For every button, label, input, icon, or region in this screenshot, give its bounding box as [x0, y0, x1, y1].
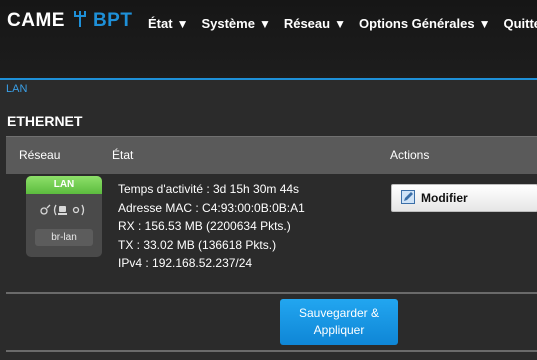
top-bar: CAME BPT État ▼ Système ▼ Réseau ▼ Optio… — [0, 0, 537, 78]
rx-text: RX : 156.53 MB (2200634 Pkts.) — [118, 219, 291, 233]
caret-down-icon: ▼ — [258, 16, 271, 31]
trident-icon — [73, 9, 87, 34]
network-device-icons — [26, 202, 102, 221]
caret-down-icon: ▼ — [176, 16, 189, 31]
save-apply-line2: Appliquer — [313, 323, 365, 337]
interface-status: Temps d'activité : 3d 15h 30m 44s Adress… — [118, 180, 305, 273]
edit-icon — [401, 189, 415, 207]
col-header-etat: État — [112, 148, 134, 162]
nav-systeme[interactable]: Système ▼ — [201, 16, 270, 31]
edit-button-label: Modifier — [421, 191, 468, 205]
tx-text: TX : 33.02 MB (136618 Pkts.) — [118, 237, 277, 252]
nav-reseau-label: Réseau — [283, 16, 331, 31]
brand-logo: CAME BPT — [7, 8, 132, 34]
brand-came: CAME — [7, 10, 65, 31]
table-header: Réseau État Actions — [6, 136, 537, 174]
nav-quitter[interactable]: Quitter — [503, 16, 537, 31]
section-title: ETHERNET — [7, 113, 83, 129]
nav-reseau[interactable]: Réseau ▼ — [284, 16, 346, 31]
nav-quitter-label: Quitter — [503, 16, 537, 31]
network-name: LAN — [26, 176, 102, 194]
col-header-actions: Actions — [390, 148, 430, 162]
main-nav: État ▼ Système ▼ Réseau ▼ Options Généra… — [148, 16, 537, 31]
nav-systeme-label: Système — [201, 16, 255, 31]
ipv4-text: IPv4 : 192.168.52.237/24 — [118, 256, 253, 270]
col-header-reseau: Réseau — [19, 148, 61, 162]
row-divider — [6, 292, 537, 294]
mac-address-text: Adresse MAC : C4:93:00:0B:0B:A1 — [118, 200, 305, 215]
network-interface: br-lan — [35, 229, 93, 246]
nav-etat[interactable]: État ▼ — [148, 16, 188, 31]
breadcrumb[interactable]: LAN — [6, 83, 27, 95]
nav-options-label: Options Générales — [358, 16, 475, 31]
save-apply-line1: Sauvegarder & — [298, 306, 380, 320]
accent-divider — [0, 78, 537, 80]
caret-down-icon: ▼ — [334, 16, 346, 31]
nav-options-generales[interactable]: Options Générales ▼ — [359, 16, 490, 31]
nav-etat-label: État — [148, 16, 173, 31]
save-apply-button[interactable]: Sauvegarder & Appliquer — [280, 299, 398, 345]
brand-bpt: BPT — [92, 10, 133, 31]
footer-divider — [6, 350, 537, 352]
network-badge: LAN br-lan — [26, 176, 102, 257]
uptime-text: Temps d'activité : 3d 15h 30m 44s — [118, 182, 300, 196]
edit-button[interactable]: Modifier — [391, 184, 537, 212]
caret-down-icon: ▼ — [478, 16, 491, 31]
